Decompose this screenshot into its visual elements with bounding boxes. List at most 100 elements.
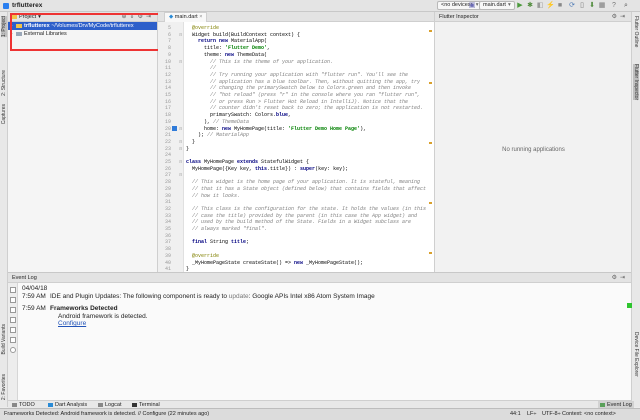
hot-reload-icon[interactable]: ⚡: [546, 2, 555, 10]
help-icon[interactable]: [10, 347, 16, 353]
tool-tab-structure[interactable]: 2: Structure: [1, 70, 7, 96]
line-number[interactable]: 36: [158, 233, 171, 239]
line-number[interactable]: 30: [158, 193, 171, 199]
gear-icon[interactable]: ⚙: [612, 14, 620, 20]
code-line[interactable]: ); // MaterialApp: [186, 132, 249, 139]
scroll-marker[interactable]: [429, 202, 432, 204]
fold-icon[interactable]: ⊟: [179, 126, 182, 131]
code-line[interactable]: // or press Run > Flutter Hot Reload in …: [186, 99, 408, 106]
avd-manager-icon[interactable]: ▯: [578, 2, 586, 10]
sync-icon[interactable]: ⟳: [568, 2, 576, 10]
code-line[interactable]: //: [186, 65, 216, 72]
line-number[interactable]: 26: [158, 166, 171, 172]
line-number[interactable]: 31: [158, 199, 171, 205]
code-line[interactable]: // This widget is the home page of your …: [186, 179, 420, 186]
scroll-marker[interactable]: [429, 142, 432, 144]
code-line[interactable]: @override: [186, 253, 219, 260]
line-number[interactable]: 27: [158, 172, 171, 178]
code-line[interactable]: // "hot reload" (press "r" in the consol…: [186, 92, 420, 99]
line-number[interactable]: 9: [158, 52, 171, 58]
update-link[interactable]: update: [229, 293, 249, 300]
line-number[interactable]: 19: [158, 119, 171, 125]
code-line[interactable]: }: [186, 139, 195, 146]
scroll-marker[interactable]: [429, 252, 432, 254]
tab-main-dart[interactable]: ◆ main.dart ×: [164, 12, 208, 22]
line-number[interactable]: 35: [158, 226, 171, 232]
close-icon[interactable]: ×: [199, 14, 202, 20]
context-indicator[interactable]: Context: <no context>: [562, 411, 616, 417]
line-number[interactable]: 13: [158, 79, 171, 85]
help-icon[interactable]: ?: [610, 2, 618, 10]
code-line[interactable]: // that it has a State object (defined b…: [186, 186, 426, 193]
line-number[interactable]: 7: [158, 38, 171, 44]
sdk-manager-icon[interactable]: ⬇: [588, 2, 596, 10]
line-number[interactable]: 11: [158, 65, 171, 71]
code-line[interactable]: // used by the build method of the State…: [186, 219, 411, 226]
configure-link[interactable]: Configure: [58, 320, 86, 327]
hide-icon[interactable]: ⇥: [620, 275, 628, 281]
fold-icon[interactable]: ⊟: [179, 139, 182, 144]
line-number[interactable]: 21: [158, 132, 171, 138]
code-line[interactable]: class MyHomePage extends StatefulWidget …: [186, 159, 309, 166]
code-line[interactable]: // case the title) provided by the paren…: [186, 213, 417, 220]
line-number[interactable]: 15: [158, 92, 171, 98]
fold-icon[interactable]: ⊟: [179, 59, 182, 64]
device-manager-icon[interactable]: ▣: [468, 2, 476, 10]
code-line[interactable]: Widget build(BuildContext context) {: [186, 32, 300, 39]
mark-read-icon[interactable]: [10, 317, 16, 323]
code-line[interactable]: primarySwatch: Colors.blue,: [186, 112, 291, 119]
line-number[interactable]: 25: [158, 159, 171, 165]
scroll-marker[interactable]: [429, 30, 432, 32]
code-line[interactable]: ), // ThemeData: [186, 119, 249, 126]
line-number[interactable]: 17: [158, 105, 171, 111]
line-number[interactable]: 38: [158, 246, 171, 252]
cursor-position[interactable]: 44:1: [510, 411, 521, 417]
line-number[interactable]: 33: [158, 213, 171, 219]
code-line[interactable]: // application has a blue toolbar. Then,…: [186, 79, 420, 86]
line-number[interactable]: 14: [158, 85, 171, 91]
line-number[interactable]: 24: [158, 152, 171, 158]
clear-icon[interactable]: [10, 327, 16, 333]
fold-icon[interactable]: ⊟: [179, 159, 182, 164]
hide-icon[interactable]: ⇥: [620, 14, 628, 20]
code-line[interactable]: @override: [186, 25, 219, 32]
stop-icon[interactable]: ■: [556, 2, 564, 10]
file-encoding[interactable]: UTF-8÷: [542, 411, 561, 417]
line-number[interactable]: 37: [158, 239, 171, 245]
line-number[interactable]: 6: [158, 32, 171, 38]
line-number[interactable]: 28: [158, 179, 171, 185]
line-number[interactable]: 20: [158, 126, 171, 132]
line-separator[interactable]: LF÷: [527, 411, 536, 417]
tool-tab-project[interactable]: 1: Project: [1, 16, 7, 38]
layout-icon[interactable]: [10, 287, 16, 293]
tool-tab-flutter-outline[interactable]: Flutter Outline: [633, 16, 639, 47]
code-line[interactable]: // This is the theme of your application…: [186, 59, 333, 66]
code-line[interactable]: return new MaterialApp(: [186, 38, 267, 45]
run-config-dropdown[interactable]: main.dart ▾: [479, 1, 515, 10]
tool-tab-device-file-explorer[interactable]: Device File Explorer: [633, 332, 639, 377]
code-line[interactable]: theme: new ThemeData(: [186, 52, 267, 59]
line-number[interactable]: 23: [158, 146, 171, 152]
line-number[interactable]: 12: [158, 72, 171, 78]
line-number[interactable]: 40: [158, 260, 171, 266]
status-message[interactable]: Frameworks Detected: Android framework i…: [4, 411, 209, 417]
search-icon[interactable]: ⌕: [622, 2, 630, 10]
line-number[interactable]: 32: [158, 206, 171, 212]
fold-icon[interactable]: ⊟: [179, 146, 182, 151]
code-editor[interactable]: @override Widget build(BuildContext cont…: [184, 22, 434, 272]
line-number[interactable]: 18: [158, 112, 171, 118]
fold-icon[interactable]: ⊟: [179, 172, 182, 177]
code-line[interactable]: }: [186, 146, 189, 153]
gear-icon[interactable]: ⚙: [612, 275, 620, 281]
debug-icon[interactable]: ✱: [526, 2, 534, 10]
code-line[interactable]: // always marked "final".: [186, 226, 267, 233]
settings-icon[interactable]: [10, 297, 16, 303]
code-line[interactable]: // This class is the configuration for t…: [186, 206, 426, 213]
tool-tab-build-variants[interactable]: Build Variants: [1, 324, 7, 354]
fold-icon[interactable]: ⊟: [179, 32, 182, 37]
line-number[interactable]: 8: [158, 45, 171, 51]
code-line[interactable]: title: 'Flutter Demo',: [186, 45, 270, 52]
tool-tab-favorites[interactable]: 2: Favorites: [1, 374, 7, 400]
line-number[interactable]: 34: [158, 219, 171, 225]
code-line[interactable]: _MyHomePageState createState() => new _M…: [186, 260, 363, 267]
